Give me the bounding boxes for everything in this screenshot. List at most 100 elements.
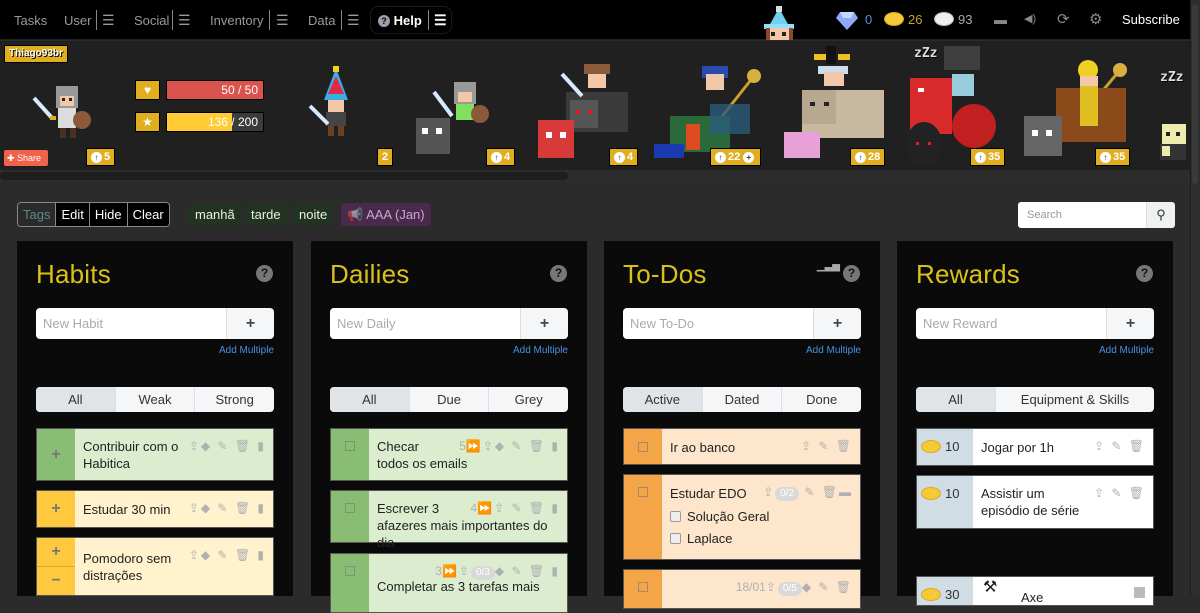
party-scrollbar-thumb[interactable] <box>0 172 568 180</box>
filter-all[interactable]: All <box>916 387 995 412</box>
filter-strong[interactable]: Strong <box>194 387 274 412</box>
help-icon[interactable]: ? <box>550 265 567 282</box>
share-button[interactable]: ✚ Share <box>4 150 48 166</box>
add-habit-button[interactable]: + <box>226 308 274 339</box>
social-menu-icon[interactable]: ☰ <box>178 0 191 40</box>
new-habit-input[interactable]: New Habit <box>36 308 226 339</box>
tag-filter[interactable]: tarde <box>245 203 287 226</box>
help-icon[interactable]: ? <box>1136 265 1153 282</box>
tag-filter[interactable]: noite <box>293 203 334 226</box>
clear-tags-button[interactable]: Clear <box>126 203 169 226</box>
filter-done[interactable]: Done <box>781 387 861 412</box>
tag-filter[interactable]: manhã <box>189 203 241 226</box>
minus-button[interactable]: − <box>37 567 75 595</box>
chat-icon[interactable]: ▬ <box>994 12 1007 27</box>
search-input[interactable]: Search <box>1018 202 1147 228</box>
task-checkbox[interactable] <box>638 487 648 497</box>
filter-active[interactable]: Active <box>623 387 702 412</box>
help-icon[interactable]: ? <box>843 265 860 282</box>
checklist-checkbox[interactable] <box>670 511 681 522</box>
data-menu-icon[interactable]: ☰ <box>347 0 360 40</box>
user-menu-icon[interactable]: ☰ <box>102 0 115 40</box>
challenge-tag-filter[interactable]: 📢 AAA (Jan) <box>341 203 431 226</box>
help-icon[interactable]: ? <box>256 265 273 282</box>
buy-button[interactable]: 10 <box>917 429 973 465</box>
task-checkbox[interactable] <box>345 441 355 451</box>
nav-tasks[interactable]: Tasks <box>14 0 47 40</box>
reward-item[interactable]: 30 ⚒ Axe <box>916 576 1154 606</box>
inventory-menu-icon[interactable]: ☰ <box>276 0 289 40</box>
plus-button[interactable]: + <box>37 429 75 480</box>
todo-task[interactable]: Estudar EDO ⇪ 0/2 ✎ 🗑▬ Solução Geral Lapl… <box>623 474 861 560</box>
add-multiple-link[interactable]: Add Multiple <box>513 345 568 356</box>
user-avatar-small[interactable] <box>756 6 802 40</box>
page-scrollbar-thumb[interactable] <box>1192 4 1198 184</box>
filter-all[interactable]: All <box>36 387 115 412</box>
party-member-avatar[interactable] <box>306 66 366 140</box>
checklist-checkbox[interactable] <box>670 533 681 544</box>
add-multiple-link[interactable]: Add Multiple <box>806 345 861 356</box>
daily-task[interactable]: Escrever 3 afazeres mais importantes do d… <box>330 490 568 550</box>
habit-task[interactable]: + Contribuir com o Habitica ⇪◆ ✎ 🗑 ▮ <box>36 428 274 481</box>
settings-icon[interactable]: ⚙ <box>1089 10 1102 28</box>
filter-due[interactable]: Due <box>408 387 489 412</box>
party-member-avatar[interactable] <box>1020 56 1132 162</box>
daily-task[interactable]: Checar todos os emails 5⏩⇪◆ ✎ 🗑 ▮ <box>330 428 568 481</box>
tags-button[interactable]: Tags <box>18 203 56 226</box>
username-badge[interactable]: Thiago93br <box>4 45 68 63</box>
nav-user[interactable]: User <box>64 0 91 40</box>
filter-weak[interactable]: Weak <box>114 387 195 412</box>
task-checkbox[interactable] <box>345 503 355 513</box>
sync-icon[interactable]: ⟳ <box>1057 10 1070 28</box>
add-todo-button[interactable]: + <box>813 308 861 339</box>
checklist-item[interactable]: Solução Geral <box>670 508 852 525</box>
checklist-count[interactable]: 0/2 <box>775 487 800 501</box>
todo-task[interactable]: 18/01⇪ 0/5 ◆ ✎ 🗑 <box>623 569 861 609</box>
add-daily-button[interactable]: + <box>520 308 568 339</box>
filter-dated[interactable]: Dated <box>701 387 782 412</box>
party-member-avatar[interactable] <box>414 82 498 158</box>
nav-inventory[interactable]: Inventory <box>210 0 263 40</box>
new-daily-input[interactable]: New Daily <box>330 308 520 339</box>
nav-social[interactable]: Social <box>134 0 169 40</box>
filter-equipment-skills[interactable]: Equipment & Skills <box>995 387 1154 412</box>
add-reward-button[interactable]: + <box>1106 308 1154 339</box>
party-member-avatar[interactable] <box>536 62 632 162</box>
help-menu-icon[interactable]: ☰ <box>434 0 447 40</box>
hide-tags-button[interactable]: Hide <box>88 203 127 226</box>
checklist-count[interactable]: 0/5 <box>777 582 802 596</box>
nav-help[interactable]: ? Help <box>378 0 422 40</box>
reward-item[interactable]: 10 Assistir um episódio de série ⇪ ✎ 🗑 <box>916 475 1154 529</box>
habit-task[interactable]: + Estudar 30 min ⇪◆ ✎ 🗑 ▮ <box>36 490 274 528</box>
plus-button[interactable]: + <box>37 538 75 567</box>
reward-item[interactable]: 10 Jogar por 1h ⇪ ✎ 🗑 <box>916 428 1154 466</box>
plus-button[interactable]: + <box>37 491 75 527</box>
habit-task[interactable]: + − Pomodoro sem distrações ⇪◆ ✎ 🗑 ▮ <box>36 537 274 596</box>
user-avatar[interactable] <box>30 84 94 142</box>
filter-all[interactable]: All <box>330 387 409 412</box>
new-reward-input[interactable]: New Reward <box>916 308 1106 339</box>
party-member-avatar[interactable] <box>1156 122 1190 162</box>
buy-button[interactable]: 30 <box>917 577 973 605</box>
level-badge: ↑ 4 <box>486 148 516 166</box>
sound-icon[interactable]: ◀) <box>1024 12 1036 25</box>
search-button[interactable]: ⚲ <box>1146 202 1175 228</box>
chart-bars-icon[interactable]: ▁▃▅ <box>817 261 840 272</box>
party-member-avatar[interactable] <box>650 64 766 160</box>
task-checkbox[interactable] <box>345 566 355 576</box>
subscribe-button[interactable]: Subscribe <box>1122 0 1180 40</box>
new-todo-input[interactable]: New To-Do <box>623 308 813 339</box>
add-multiple-link[interactable]: Add Multiple <box>1099 345 1154 356</box>
add-multiple-link[interactable]: Add Multiple <box>219 345 274 356</box>
checklist-count[interactable]: 0/3 <box>470 566 495 580</box>
buy-button[interactable]: 10 <box>917 476 973 528</box>
party-member-avatar[interactable] <box>780 44 890 162</box>
task-checkbox[interactable] <box>638 582 648 592</box>
checklist-item[interactable]: Laplace <box>670 530 852 547</box>
task-checkbox[interactable] <box>638 441 648 452</box>
edit-tags-button[interactable]: Edit <box>55 203 89 226</box>
filter-grey[interactable]: Grey <box>488 387 568 412</box>
daily-task[interactable]: Completar as 3 tarefas mais 3⏩⇪ 0/3 ◆ ✎ 🗑 … <box>330 553 568 613</box>
todo-task[interactable]: Ir ao banco ⇪ ✎ 🗑 <box>623 428 861 465</box>
nav-data[interactable]: Data <box>308 0 335 40</box>
